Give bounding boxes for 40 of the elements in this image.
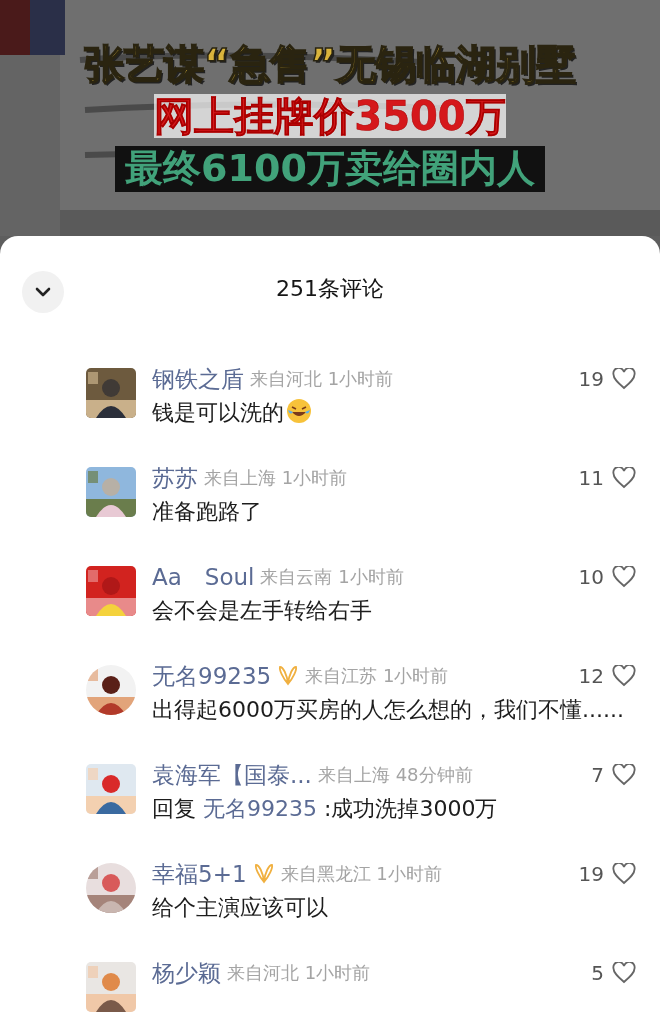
like-count: 19 (578, 862, 604, 886)
heart-icon[interactable] (612, 467, 636, 489)
like-count: 10 (578, 565, 604, 589)
comment-text: 回复 无名99235 :成功洗掉3000万 (152, 795, 499, 823)
user-name[interactable]: 杨少颖 (152, 957, 221, 989)
user-name[interactable]: Aa Soul (152, 561, 255, 593)
like-count: 11 (578, 466, 604, 490)
user-name[interactable]: 袁海军【国泰... (152, 759, 312, 791)
chevron-down-icon (35, 287, 51, 297)
comment-text: 准备跑路了 (152, 498, 263, 526)
user-name[interactable]: 幸福5+1 (152, 858, 247, 890)
video-caption: 最终6100万卖给圈内人 (115, 146, 545, 192)
heart-icon[interactable] (612, 863, 636, 885)
comment-meta: 来自河北 1小时前 (227, 961, 371, 985)
video-caption: 网上挂牌价3500万 (154, 94, 506, 138)
comment-meta: 来自上海 48分钟前 (317, 763, 473, 787)
heart-icon[interactable] (612, 962, 636, 984)
comment-meta: 来自江苏 1小时前 (305, 664, 449, 688)
heart-icon[interactable] (612, 665, 636, 687)
like-count: 7 (591, 763, 604, 787)
heart-icon[interactable] (612, 368, 636, 390)
comment-text: 会不会是左手转给右手 (152, 597, 373, 625)
comment-text: 钱是可以洗的 (152, 394, 636, 432)
comment-meta: 来自河北 1小时前 (250, 367, 394, 391)
comment-meta: 来自云南 1小时前 (260, 565, 404, 589)
comment-text: 出得起6000万买房的人怎么想的，我们不懂...... (152, 696, 625, 724)
like-count: 5 (591, 961, 604, 985)
user-name[interactable]: 钢铁之盾 (152, 363, 244, 395)
user-name[interactable]: 无名99235 (152, 660, 272, 692)
user-name[interactable]: 苏苏 (152, 462, 198, 494)
sheet-title: 251条评论 (276, 275, 384, 303)
comment-meta: 来自黑龙江 1小时前 (280, 862, 442, 886)
heart-icon[interactable] (612, 764, 636, 786)
comment-text: 给个主演应该可以 (152, 894, 329, 922)
collapse-button[interactable] (22, 271, 64, 313)
like-count: 12 (578, 664, 604, 688)
heart-icon[interactable] (612, 566, 636, 588)
like-count: 19 (578, 367, 604, 391)
mention-link[interactable]: 无名99235 (203, 796, 317, 821)
comment-meta: 来自上海 1小时前 (204, 466, 348, 490)
